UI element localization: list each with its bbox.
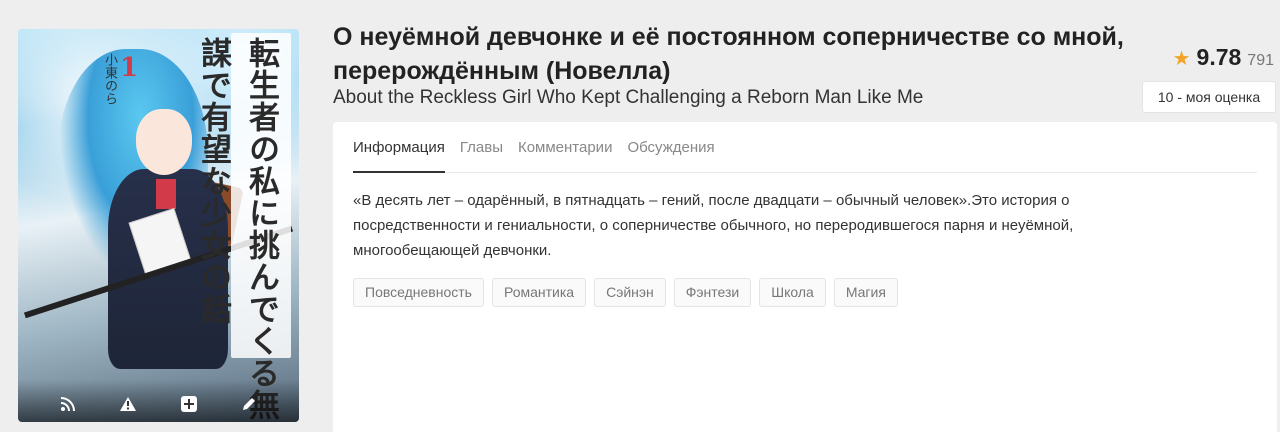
tabs-bar: Информация Главы Комментарии Обсуждения (353, 122, 1257, 173)
cover-author: 小東のら (102, 53, 117, 105)
tag-magic[interactable]: Магия (833, 278, 898, 307)
star-icon: ★ (1172, 48, 1191, 70)
tag-slice-of-life[interactable]: Повседневность (353, 278, 484, 307)
tab-info[interactable]: Информация (353, 122, 445, 173)
cover-ribbon (156, 179, 176, 209)
tag-seinen[interactable]: Сэйнэн (594, 278, 666, 307)
warning-icon[interactable] (117, 393, 139, 415)
tab-comments[interactable]: Комментарии (518, 122, 612, 173)
description: «В десять лет – одарённый, в пятнадцать … (353, 192, 1074, 259)
my-rating-button[interactable]: 10 - моя оценка (1142, 81, 1276, 113)
tab-chapters[interactable]: Главы (460, 122, 503, 173)
cover-actions-bar (18, 380, 299, 422)
add-icon[interactable] (178, 393, 200, 415)
tag-school[interactable]: Школа (759, 278, 826, 307)
cover-title-jp: 転生者の私に挑んでくる無謀で有望な少女の話 (195, 37, 279, 421)
page-title: О неуёмной девчонке и её постоянном сопе… (333, 23, 1124, 85)
tab-discussions[interactable]: Обсуждения (627, 122, 714, 173)
tag-list: Повседневность Романтика Сэйнэн Фэнтези … (353, 278, 898, 307)
edit-icon[interactable] (238, 393, 260, 415)
rating-summary: ★ 9.78 791 (1173, 44, 1274, 71)
rating-score: 9.78 (1196, 44, 1242, 70)
cover-volume: 1 (120, 53, 139, 83)
cover-image[interactable]: 転生者の私に挑んでくる無謀で有望な少女の話 小東のら 1 (18, 29, 299, 422)
rating-count: 791 (1247, 52, 1274, 69)
tag-fantasy[interactable]: Фэнтези (673, 278, 752, 307)
alt-title: About the Reckless Girl Who Kept Challen… (333, 87, 924, 108)
rss-icon[interactable] (57, 393, 79, 415)
cover-character-face (136, 109, 192, 175)
tag-romance[interactable]: Романтика (491, 278, 587, 307)
info-card: Информация Главы Комментарии Обсуждения … (333, 122, 1277, 432)
